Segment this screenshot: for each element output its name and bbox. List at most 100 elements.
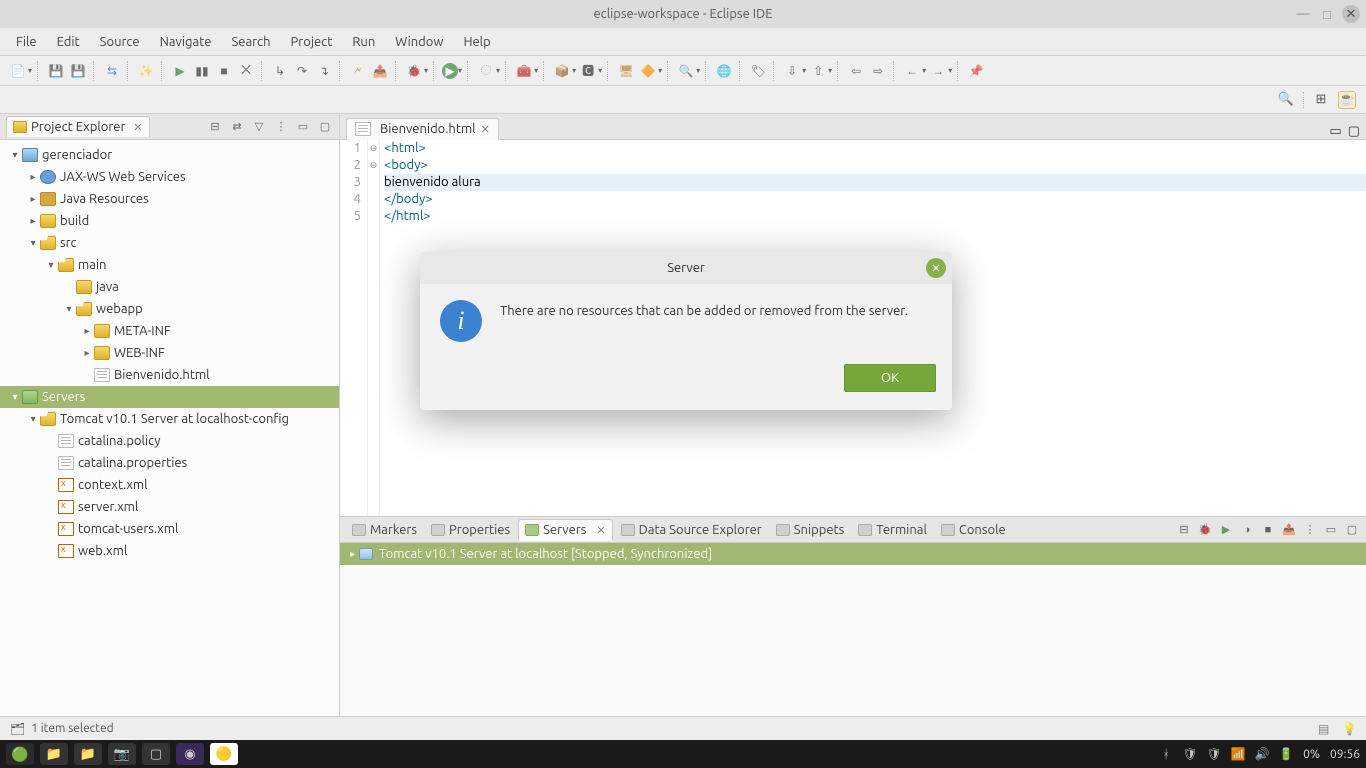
start-menu-button[interactable]: 🟢 xyxy=(6,743,34,765)
window-close-icon[interactable]: ✕ xyxy=(1342,5,1360,23)
view-menu-icon[interactable]: ⋮ xyxy=(1302,522,1318,538)
menu-run[interactable]: Run xyxy=(342,31,385,53)
servers-node[interactable]: ▾Servers xyxy=(0,386,339,408)
server-xml-node[interactable]: ▸server.xml xyxy=(0,496,339,518)
tab-properties[interactable]: Properties xyxy=(425,520,516,540)
collapse-all-icon[interactable]: ⊟ xyxy=(207,119,223,135)
battery-icon[interactable]: 🔋 xyxy=(1279,747,1293,761)
search2-icon[interactable]: 🔍 xyxy=(676,61,696,81)
clock[interactable]: 09:56 xyxy=(1330,748,1360,761)
updates-icon[interactable]: 🛡 xyxy=(1183,747,1197,761)
server-stop-icon[interactable]: ■ xyxy=(1260,522,1276,538)
server-profile-icon[interactable]: ◑ xyxy=(1239,522,1255,538)
tab-markers[interactable]: Markers xyxy=(346,520,423,540)
stepover-icon[interactable]: ↷ xyxy=(292,61,312,81)
fold-column[interactable]: ⊖ ⊖ xyxy=(368,140,380,516)
jaxws-node[interactable]: ▸JAX-WS Web Services xyxy=(0,166,339,188)
nav-back-icon[interactable]: ← xyxy=(902,61,922,81)
new-server-icon[interactable]: 🖥 xyxy=(616,61,636,81)
project-explorer-tab[interactable]: Project Explorer ✕ xyxy=(6,116,150,137)
context-xml-node[interactable]: ▸context.xml xyxy=(0,474,339,496)
next-ann-icon[interactable]: ⇩ xyxy=(782,61,802,81)
menu-help[interactable]: Help xyxy=(453,31,500,53)
menu-edit[interactable]: Edit xyxy=(47,31,90,53)
bienvenido-file-node[interactable]: ▸Bienvenido.html xyxy=(0,364,339,386)
stop-icon[interactable]: ■ xyxy=(214,61,234,81)
minimize-view-icon[interactable]: ▭ xyxy=(295,119,311,135)
open-perspective-icon[interactable]: ⊞ xyxy=(1312,91,1330,109)
link-editor-icon[interactable]: ⇄ xyxy=(229,119,245,135)
shield-icon[interactable]: 🛡 xyxy=(1207,747,1221,761)
server-debug-icon[interactable]: 🐞 xyxy=(1197,522,1213,538)
sound-icon[interactable]: 🔊 xyxy=(1255,747,1269,761)
javares-node[interactable]: ▸Java Resources xyxy=(0,188,339,210)
build-node[interactable]: ▸build xyxy=(0,210,339,232)
new-class-icon[interactable]: 🅲 xyxy=(578,61,598,81)
server-publish-icon[interactable]: 📤 xyxy=(1281,522,1297,538)
tomcat-users-xml-node[interactable]: ▸tomcat-users.xml xyxy=(0,518,339,540)
back-nav-icon[interactable]: ⇦ xyxy=(846,61,866,81)
metainf-node[interactable]: ▸META-INF xyxy=(0,320,339,342)
run-icon[interactable]: ▶ xyxy=(442,63,458,79)
tip-icon[interactable]: 💡 xyxy=(1342,722,1356,736)
files-app-icon[interactable]: 📁 xyxy=(40,743,68,765)
tab-terminal[interactable]: Terminal xyxy=(852,520,933,540)
tab-data-source[interactable]: Data Source Explorer xyxy=(615,520,768,540)
bluetooth-icon[interactable]: ᚼ xyxy=(1159,747,1173,761)
close-tab-icon[interactable]: ✕ xyxy=(481,123,490,136)
menu-navigate[interactable]: Navigate xyxy=(150,31,222,53)
java-ee-perspective-icon[interactable]: ☕ xyxy=(1338,91,1356,109)
servers-body[interactable]: ▸ Tomcat v10.1 Server at localhost [Stop… xyxy=(340,543,1366,716)
network-icon[interactable]: 📶 xyxy=(1231,747,1245,761)
disc-icon[interactable]: ⨉ xyxy=(236,61,256,81)
catalina-props-node[interactable]: ▸catalina.properties xyxy=(0,452,339,474)
tab-servers[interactable]: Servers✕ xyxy=(518,519,612,541)
window-minimize-icon[interactable]: — xyxy=(1294,5,1312,23)
close-icon[interactable]: ✕ xyxy=(133,121,142,134)
filter-icon[interactable]: ▽ xyxy=(251,119,267,135)
tomcat-config-node[interactable]: ▾Tomcat v10.1 Server at localhost-config xyxy=(0,408,339,430)
ok-button[interactable]: OK xyxy=(844,364,936,392)
close-icon[interactable]: ✕ xyxy=(596,524,605,537)
tab-console[interactable]: Console xyxy=(935,520,1012,540)
nav-fwd-icon[interactable]: → xyxy=(928,61,948,81)
dialog-titlebar[interactable]: Server ✕ xyxy=(420,252,952,284)
overview-icon[interactable]: ▤ xyxy=(1318,722,1332,736)
web-xml-node[interactable]: ▸web.xml xyxy=(0,540,339,562)
project-node[interactable]: ▾gerenciador xyxy=(0,144,339,166)
server-noview-icon[interactable]: ⊟ xyxy=(1176,522,1192,538)
ext-tools-icon[interactable]: 🧰 xyxy=(514,61,534,81)
window-maximize-icon[interactable]: □ xyxy=(1318,5,1336,23)
stepinto-icon[interactable]: ↳ xyxy=(270,61,290,81)
quick-access-icon[interactable]: 🔍 xyxy=(1277,91,1295,109)
files2-app-icon[interactable]: 📁 xyxy=(74,743,102,765)
debug-icon[interactable]: 🐞 xyxy=(404,61,424,81)
maximize-view-icon[interactable]: ▢ xyxy=(317,119,333,135)
saveall-icon[interactable]: 💾 xyxy=(68,61,88,81)
resume-icon[interactable]: ▶ xyxy=(170,61,190,81)
screenshot-app-icon[interactable]: 📷 xyxy=(108,743,136,765)
tasktag-icon[interactable]: 🏷 xyxy=(748,61,768,81)
dialog-close-icon[interactable]: ✕ xyxy=(926,258,946,278)
project-tree[interactable]: ▾gerenciador ▸JAX-WS Web Services ▸Java … xyxy=(0,140,339,716)
server-start-icon[interactable]: 🗲 xyxy=(348,61,368,81)
main-node[interactable]: ▾main xyxy=(0,254,339,276)
view-menu-icon[interactable]: ⋮ xyxy=(273,119,289,135)
src-node[interactable]: ▾src xyxy=(0,232,339,254)
pin-icon[interactable]: 📌 xyxy=(966,61,986,81)
menu-search[interactable]: Search xyxy=(221,31,280,53)
chrome-app-icon[interactable]: 🟡 xyxy=(210,743,238,765)
coverage-icon[interactable]: ◌ xyxy=(476,61,496,81)
web-icon[interactable]: 🌐 xyxy=(714,61,734,81)
webinf-node[interactable]: ▸WEB-INF xyxy=(0,342,339,364)
suspend-icon[interactable]: ▮▮ xyxy=(192,61,212,81)
menu-file[interactable]: File xyxy=(6,31,47,53)
server-publish-icon[interactable]: 📤 xyxy=(370,61,390,81)
server-entry[interactable]: ▸ Tomcat v10.1 Server at localhost [Stop… xyxy=(340,543,1366,565)
catalina-policy-node[interactable]: ▸catalina.policy xyxy=(0,430,339,452)
new-java-icon[interactable]: 📦 xyxy=(552,61,572,81)
minimize-view-icon[interactable]: ▭ xyxy=(1323,522,1339,538)
terminal-app-icon[interactable]: ▢ xyxy=(142,743,170,765)
java-node[interactable]: ▸java xyxy=(0,276,339,298)
stepout-icon[interactable]: ↴ xyxy=(314,61,334,81)
